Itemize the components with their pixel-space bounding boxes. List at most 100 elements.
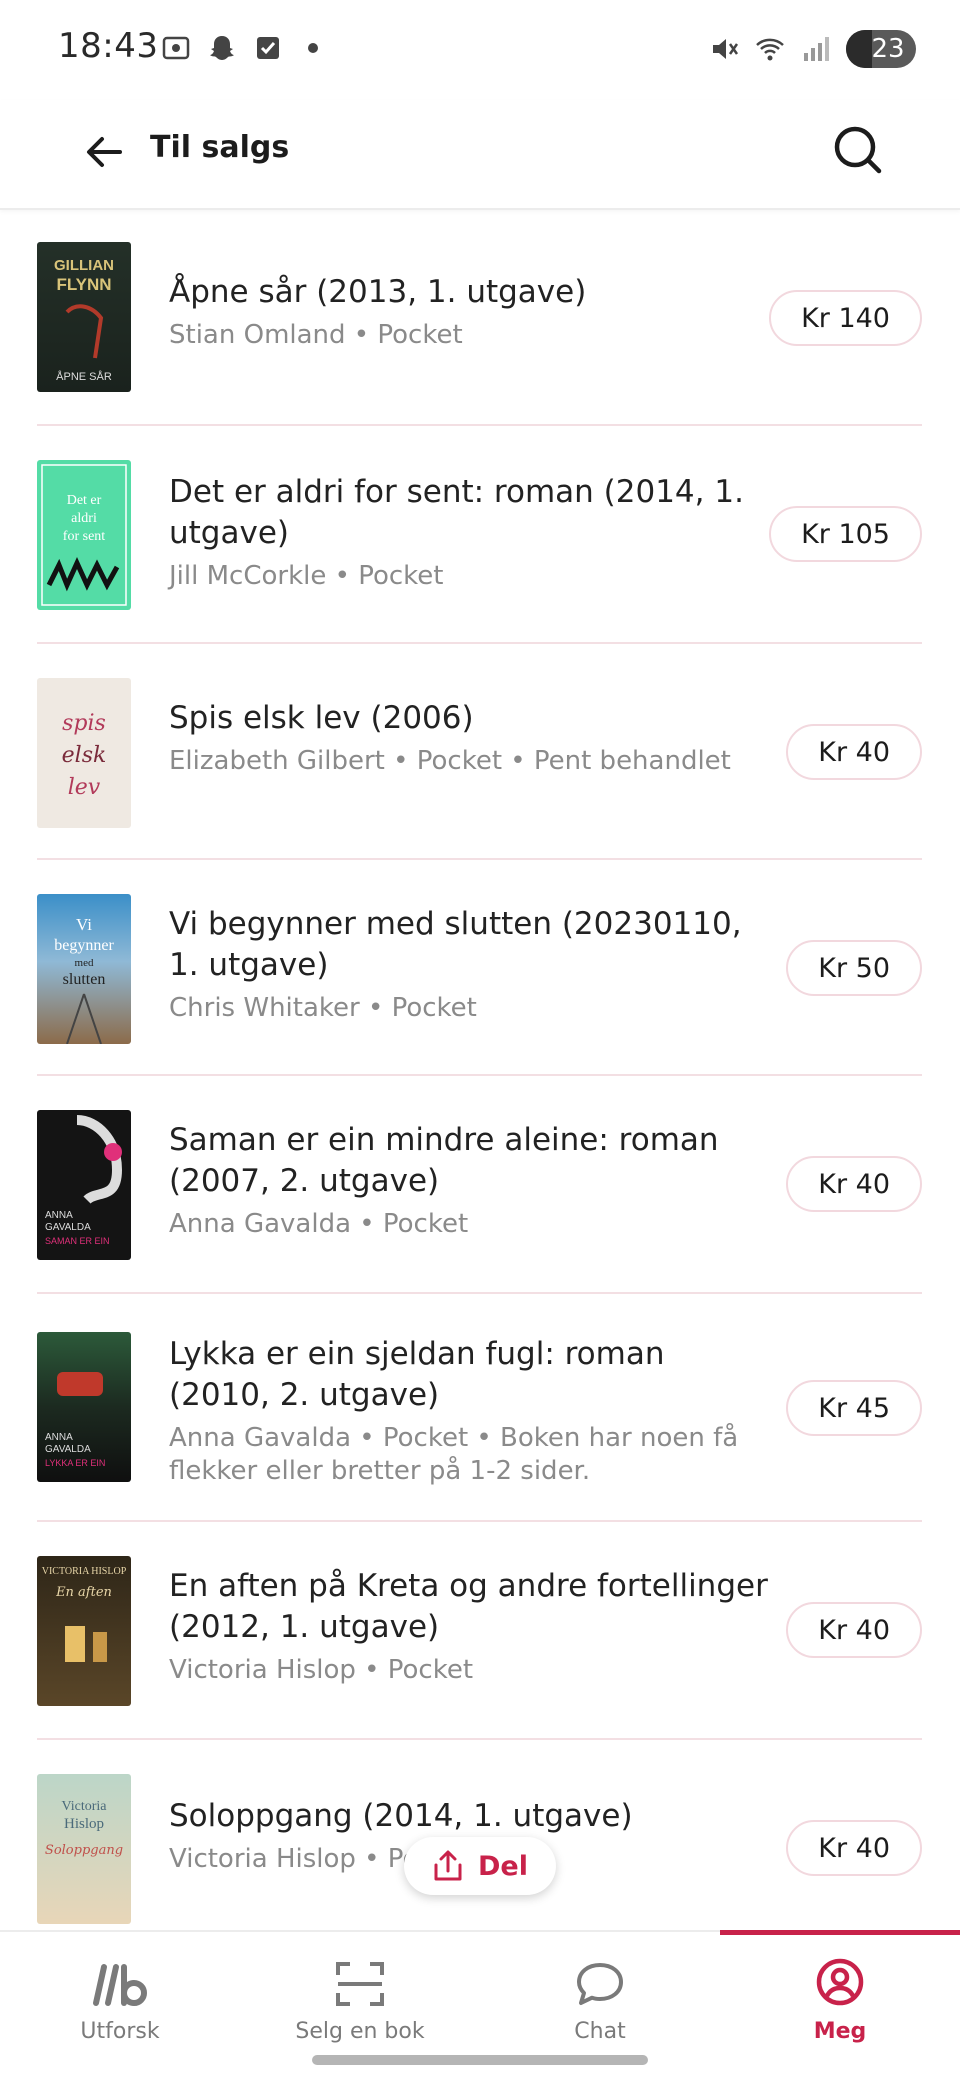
signal-icon [804,37,829,61]
book-cover-image: Victoria Hislop Soloppgang [37,1774,131,1924]
price-badge[interactable]: Kr 40 [786,1820,922,1876]
svg-text:Victoria: Victoria [61,1799,107,1814]
svg-text:elsk: elsk [62,743,107,768]
nav-label: Selg en bok [295,2019,425,2044]
list-item[interactable]: Det er aldri for sent Det er aldri for sen… [37,426,922,644]
search-button[interactable] [826,118,890,182]
book-meta: Elizabeth Gilbert • Pocket • Pent behand… [169,746,731,776]
svg-text:Vi: Vi [76,915,92,934]
book-title: Det er aldri for sent: roman (2014, 1. u… [169,474,744,551]
scan-icon [336,1962,384,2006]
back-button[interactable] [76,124,132,180]
status-time: 18:43 [58,26,159,66]
listing-text: Det er aldri for sent: roman (2014, 1. u… [169,472,769,593]
svg-text:Det er: Det er [67,493,102,508]
status-right-icons: 23 [708,30,916,68]
battery-icon: 23 [846,30,916,68]
snapchat-icon [210,36,234,60]
book-cover-image: Vi begynner med slutten [37,894,131,1044]
listing-text: Åpne sår (2013, 1. utgave) Stian Omland … [169,272,769,352]
svg-text:lev: lev [68,775,101,800]
svg-text:ÅPNE SÅR: ÅPNE SÅR [56,370,112,383]
nav-tab-utforsk[interactable]: Utforsk [0,1932,240,2050]
price-badge[interactable]: Kr 50 [786,940,922,996]
list-item[interactable]: ANNA GAVALDA SAMAN ER EIN Saman er ein min… [37,1076,922,1294]
svg-text:med: med [75,957,94,969]
book-title: En aften på Kreta og andre fortellinger … [169,1568,768,1645]
svg-text:LYKKA ER EIN: LYKKA ER EIN [45,1458,105,1468]
svg-text:ANNA: ANNA [45,1432,73,1443]
listing-text: En aften på Kreta og andre fortellinger … [169,1566,769,1687]
list-item[interactable]: spis elsk lev Spis elsk lev (2006) Elizabe… [37,644,922,860]
nav-tab-selg-en-bok[interactable]: Selg en bok [240,1932,480,2050]
book-meta: Victoria Hislop • Pocket [169,1655,474,1685]
home-indicator[interactable] [312,2055,648,2065]
svg-text:Soloppgang: Soloppgang [45,1843,123,1858]
book-title: Lykka er ein sjeldan fugl: roman (2010, … [169,1336,665,1413]
share-label: Del [478,1850,528,1882]
search-icon [834,126,882,174]
nav-label: Utforsk [80,2019,160,2044]
svg-text:GILLIAN: GILLIAN [54,257,114,274]
book-title: Åpne sår (2013, 1. utgave) [169,274,587,310]
book-meta: Anna Gavalda • Pocket [169,1209,469,1239]
list-item[interactable]: GILLIAN FLYNN ÅPNE SÅR Åpne sår (2013, 1. … [37,212,922,426]
listing-text: Saman er ein mindre aleine: roman (2007,… [169,1120,769,1241]
svg-text:SAMAN ER EIN: SAMAN ER EIN [45,1236,110,1246]
book-title: Spis elsk lev (2006) [169,700,474,736]
book-cover-image: VICTORIA HISLOP En aften [37,1556,131,1706]
svg-text:En aften: En aften [55,1585,112,1600]
book-meta: Anna Gavalda • Pocket • Boken har noen f… [169,1423,739,1486]
share-icon [434,1850,462,1881]
status-bar: 18:43 23 [0,0,960,100]
share-button[interactable]: Del [404,1837,556,1895]
svg-text:GAVALDA: GAVALDA [45,1444,91,1455]
price-badge[interactable]: Kr 105 [769,506,922,562]
chat-bubble-icon [577,1963,623,2005]
profile-icon [816,1958,864,2006]
book-title: Saman er ein mindre aleine: roman (2007,… [169,1122,719,1199]
lb-logo-icon [93,1964,147,2006]
list-item[interactable]: ANNA GAVALDA LYKKA ER EIN Lykka er ein sje… [37,1294,922,1522]
svg-text:for sent: for sent [63,529,105,544]
price-badge[interactable]: Kr 40 [786,724,922,780]
list-item[interactable]: Vi begynner med slutten Vi begynner med slu… [37,860,922,1076]
notification-dot-icon [308,43,318,53]
book-title: Vi begynner med slutten (20230110, 1. ut… [169,906,742,983]
price-badge[interactable]: Kr 45 [786,1380,922,1436]
listing-text: Lykka er ein sjeldan fugl: roman (2010, … [169,1334,769,1488]
book-meta: Jill McCorkle • Pocket [169,561,444,591]
svg-text:slutten: slutten [63,971,106,988]
checkbox-icon [257,37,279,59]
page-title: Til salgs [150,130,290,165]
price-badge[interactable]: Kr 40 [786,1602,922,1658]
svg-text:aldri: aldri [71,511,97,526]
wifi-icon [756,38,784,61]
status-left-icons [160,32,318,64]
nav-tab-chat[interactable]: Chat [480,1932,720,2050]
svg-text:ANNA: ANNA [45,1210,73,1221]
svg-text:FLYNN: FLYNN [56,275,111,294]
book-meta: Stian Omland • Pocket [169,320,463,350]
svg-text:VICTORIA HISLOP: VICTORIA HISLOP [42,1566,127,1577]
book-meta: Chris Whitaker • Pocket [169,993,477,1023]
book-cover-image: GILLIAN FLYNN ÅPNE SÅR [37,242,131,392]
svg-text:spis: spis [62,711,106,736]
book-cover-image: Det er aldri for sent [37,460,131,610]
book-cover-image: ANNA GAVALDA SAMAN ER EIN [37,1110,131,1260]
book-cover-image: spis elsk lev [37,678,131,828]
svg-text:GAVALDA: GAVALDA [45,1222,91,1233]
price-badge[interactable]: Kr 40 [786,1156,922,1212]
price-badge[interactable]: Kr 140 [769,290,922,346]
listing-text: Vi begynner med slutten (20230110, 1. ut… [169,904,769,1025]
listing-text: Spis elsk lev (2006) Elizabeth Gilbert •… [169,698,769,778]
list-item[interactable]: VICTORIA HISLOP En aften En aften på Kret… [37,1522,922,1740]
arrow-left-icon [87,137,122,167]
screenshot-icon [162,36,190,60]
battery-level: 23 [871,34,905,64]
book-cover-image: ANNA GAVALDA LYKKA ER EIN [37,1332,131,1482]
svg-text:Hislop: Hislop [64,1816,104,1832]
nav-tab-meg[interactable]: Meg [720,1932,960,2050]
app-bar: Til salgs [0,100,960,210]
mute-icon [713,39,739,59]
